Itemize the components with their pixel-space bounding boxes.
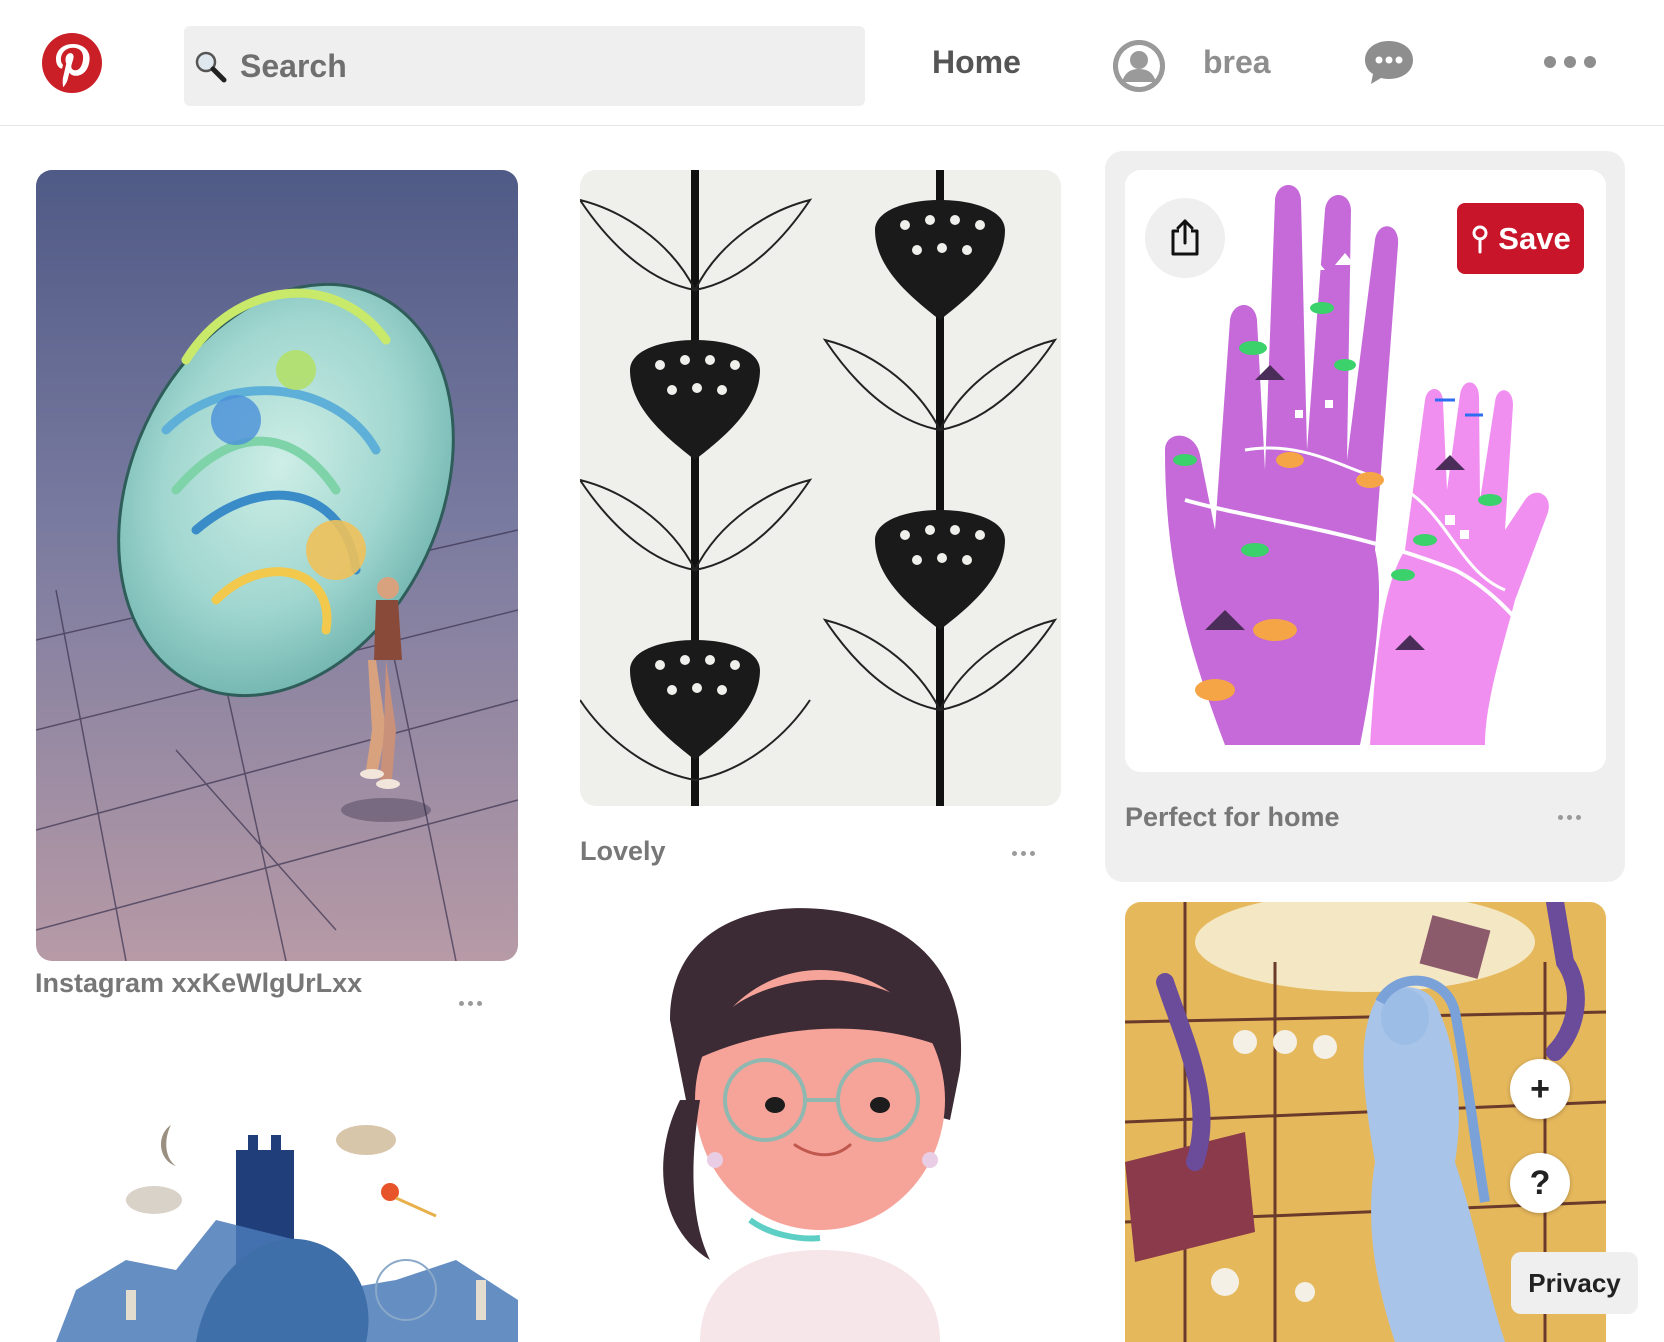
share-button[interactable] (1145, 198, 1225, 278)
pin-image-black-white-leaf-pattern[interactable] (580, 170, 1061, 806)
dot (1558, 815, 1563, 820)
add-button[interactable]: + (1510, 1059, 1570, 1119)
privacy-button[interactable]: Privacy (1511, 1252, 1638, 1314)
ellipsis-icon[interactable] (1544, 52, 1600, 72)
dot (1544, 56, 1556, 68)
dot (1576, 815, 1581, 820)
dot (477, 1001, 482, 1006)
pin-title[interactable]: Instagram xxKeWlgUrLxx (35, 968, 362, 999)
dot (1584, 56, 1596, 68)
pin-more-icon[interactable] (1012, 851, 1035, 856)
pin-more-icon[interactable] (459, 1001, 482, 1006)
pinterest-logo-icon[interactable] (42, 33, 102, 93)
pin-image-girl-with-glasses-illustration[interactable] (580, 900, 1061, 1342)
dot (459, 1001, 464, 1006)
pin-image-bubble-city-illustration[interactable] (36, 170, 518, 961)
share-icon (1171, 219, 1199, 256)
pin-title[interactable]: Perfect for home (1125, 802, 1340, 833)
dot (1567, 815, 1572, 820)
search-icon (190, 46, 230, 86)
dot (1564, 56, 1576, 68)
dot (468, 1001, 473, 1006)
help-button[interactable]: ? (1510, 1153, 1570, 1213)
dot (1012, 851, 1017, 856)
nav-home-link[interactable]: Home (932, 44, 1021, 81)
pin-title[interactable]: Lovely (580, 836, 666, 867)
avatar[interactable] (1113, 40, 1165, 92)
pin-icon (1472, 225, 1488, 253)
pin-more-icon[interactable] (1558, 815, 1581, 820)
top-navigation-bar: Home brea (0, 0, 1664, 126)
nav-profile-link[interactable]: brea (1203, 44, 1271, 81)
pin-image-blue-city-watercolor[interactable] (36, 1040, 518, 1342)
dot (1030, 851, 1035, 856)
search-input[interactable] (240, 47, 800, 85)
speech-bubble-icon[interactable] (1362, 38, 1416, 88)
dot (1021, 851, 1026, 856)
search-bar[interactable] (184, 26, 865, 106)
save-label: Save (1498, 220, 1571, 256)
save-button[interactable]: Save (1457, 203, 1584, 274)
